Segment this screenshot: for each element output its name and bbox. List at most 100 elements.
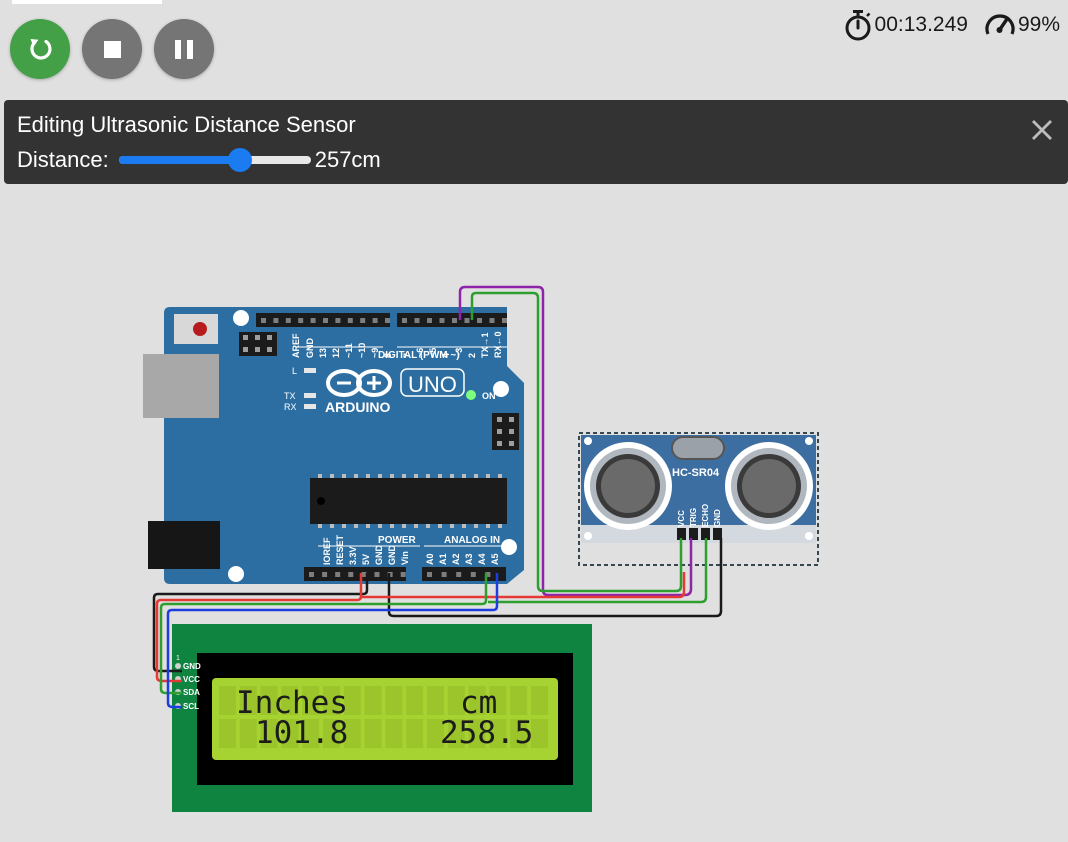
- analog-header-label: ANALOG IN: [444, 535, 500, 546]
- power-pin-label: 3.3V: [348, 546, 358, 565]
- lcd-line2-right: 258.5: [440, 715, 534, 751]
- pin-hole[interactable]: [348, 572, 354, 577]
- power-jack: [148, 521, 220, 569]
- digital-pin-label: ~10: [357, 343, 367, 358]
- lcd-cell: [531, 719, 548, 748]
- lcd-pin[interactable]: [175, 663, 181, 669]
- pin-hole[interactable]: [414, 318, 420, 323]
- pin-hole[interactable]: [477, 318, 482, 323]
- power-pin-label: RESET: [335, 534, 345, 565]
- pin-hole[interactable]: [372, 318, 378, 323]
- on-label: ON: [482, 391, 496, 401]
- pin-hole[interactable]: [335, 318, 341, 323]
- lcd-pin-label: VCC: [183, 675, 200, 684]
- pin-hole[interactable]: [441, 572, 447, 577]
- power-pin-label: GND: [374, 545, 384, 566]
- pin-hole[interactable]: [347, 318, 353, 323]
- digital-pin-label: ~3: [454, 348, 464, 358]
- digital-pin-label: TX→1: [480, 332, 490, 358]
- digital-pin-label: 7: [402, 353, 412, 358]
- lcd-cell: [427, 686, 444, 715]
- analog-pin-label: A2: [451, 553, 461, 565]
- arduino-uno-board[interactable]: DIGITAL (PWM ~) AREF GND 13 12 ~11 ~10 ~9 8 7 ~6 ~…: [143, 307, 524, 584]
- power-header-label: POWER: [378, 535, 417, 546]
- pin-hole[interactable]: [374, 572, 380, 577]
- lcd-cell: [219, 686, 236, 715]
- digital-pin-label: 13: [318, 348, 328, 358]
- lcd-cell: [364, 719, 382, 748]
- pin-hole[interactable]: [427, 572, 432, 577]
- lcd-cell: [364, 686, 382, 715]
- lcd-cell: [406, 719, 424, 748]
- digital-pin-label: 12: [331, 348, 341, 358]
- sensor-model-label: HC-SR04: [672, 467, 720, 479]
- pin-hole[interactable]: [335, 572, 341, 577]
- lcd-pin-label: SDA: [183, 688, 200, 697]
- pin-hole[interactable]: [402, 318, 407, 323]
- pin-hole[interactable]: [427, 318, 432, 323]
- power-pin-label: IOREF: [322, 537, 332, 565]
- analog-pin-label: A3: [464, 553, 474, 565]
- pin-hole[interactable]: [456, 572, 462, 577]
- digital-pin-label: ~6: [415, 348, 425, 358]
- digital-pin-label: ~9: [370, 348, 380, 358]
- led-l-label: L: [292, 366, 297, 376]
- ultrasonic-sensor[interactable]: HC-SR04 VCC TRIG ECHO GND: [578, 432, 819, 566]
- pin-hole[interactable]: [323, 318, 328, 323]
- sensor-pin-label: GND: [713, 509, 722, 527]
- pin-hole[interactable]: [310, 318, 316, 323]
- pin-hole[interactable]: [360, 318, 366, 323]
- pin-hole[interactable]: [309, 572, 314, 577]
- analog-pin-label: A1: [438, 553, 448, 565]
- sensor-pin-label: TRIG: [689, 508, 698, 527]
- pin-hole[interactable]: [385, 318, 390, 323]
- pin-hole[interactable]: [464, 318, 470, 323]
- pin-hole[interactable]: [261, 318, 266, 323]
- lcd-line2-left: 101.8: [255, 715, 349, 751]
- circuit-canvas: DIGITAL (PWM ~) AREF GND 13 12 ~11 ~10 ~9 8 7 ~6 ~…: [143, 285, 819, 812]
- pin-hole[interactable]: [502, 318, 507, 323]
- lcd-cell: [510, 686, 528, 715]
- pin-hole[interactable]: [298, 318, 304, 323]
- pin-hole[interactable]: [285, 318, 291, 323]
- digital-pin-label: ~11: [344, 343, 354, 358]
- lcd-pin-number: 1: [176, 655, 180, 662]
- lcd-cell: [406, 686, 424, 715]
- digital-pin-label: 8: [383, 353, 393, 358]
- pin-hole[interactable]: [400, 572, 406, 577]
- board-brand-label: ARDUINO: [325, 399, 390, 415]
- usb-port: [143, 354, 219, 418]
- pin-hole[interactable]: [489, 318, 495, 323]
- digital-pin-label: 2: [467, 353, 477, 358]
- analog-pin-label: A0: [425, 553, 435, 565]
- lcd-cell: [219, 719, 236, 748]
- digital-pin-label: RX←0: [493, 331, 503, 358]
- sensor-pin-label: VCC: [677, 510, 686, 527]
- digital-pin-label: GND: [305, 338, 315, 359]
- analog-header: [422, 567, 506, 581]
- digital-pin-label: ~5: [428, 348, 438, 358]
- digital-pin-label: AREF: [291, 333, 301, 358]
- led-tx-label: TX: [284, 391, 296, 401]
- power-pin-label: Vin: [400, 551, 410, 565]
- atmega-chip: [310, 478, 507, 524]
- power-led: [466, 390, 476, 400]
- lcd-pin-label: SCL: [183, 702, 199, 711]
- power-pin-label: GND: [387, 545, 397, 566]
- led-rx-label: RX: [284, 402, 297, 412]
- lcd-cell: [385, 686, 403, 715]
- power-pin-label: 5V: [361, 554, 371, 565]
- pin-hole[interactable]: [452, 318, 457, 323]
- board-model-label: UNO: [408, 372, 457, 397]
- pin-hole[interactable]: [470, 572, 476, 577]
- analog-pin-label: A4: [477, 553, 487, 565]
- digital-pin-label: 4: [441, 353, 451, 358]
- lcd-cell: [531, 686, 548, 715]
- lcd-cell: [385, 719, 403, 748]
- pin-hole[interactable]: [273, 318, 279, 323]
- analog-pin-label: A5: [490, 553, 500, 565]
- pin-hole[interactable]: [322, 572, 328, 577]
- pin-hole[interactable]: [439, 318, 445, 323]
- sensor-pin-label: ECHO: [701, 504, 710, 527]
- lcd-pin-label: GND: [183, 662, 201, 671]
